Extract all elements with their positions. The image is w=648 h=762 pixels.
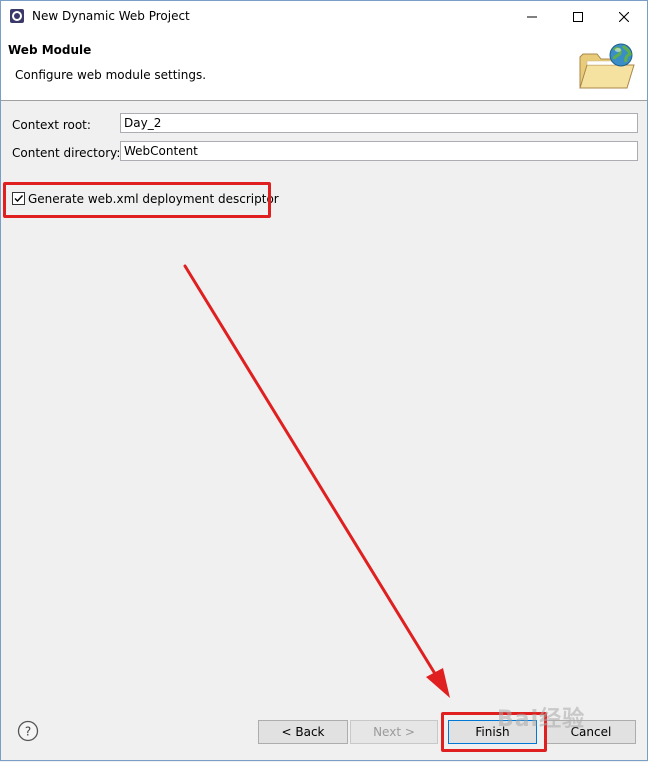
red-arrow-annotation xyxy=(183,264,450,698)
watermark: Bai经验 xyxy=(497,707,586,732)
help-button[interactable]: ? xyxy=(17,720,39,742)
help-icon: ? xyxy=(25,725,31,739)
back-button[interactable]: < Back xyxy=(258,720,348,744)
dialog-window: New Dynamic Web Project Web Module Confi… xyxy=(0,0,648,761)
next-button[interactable]: Next > xyxy=(350,720,438,744)
